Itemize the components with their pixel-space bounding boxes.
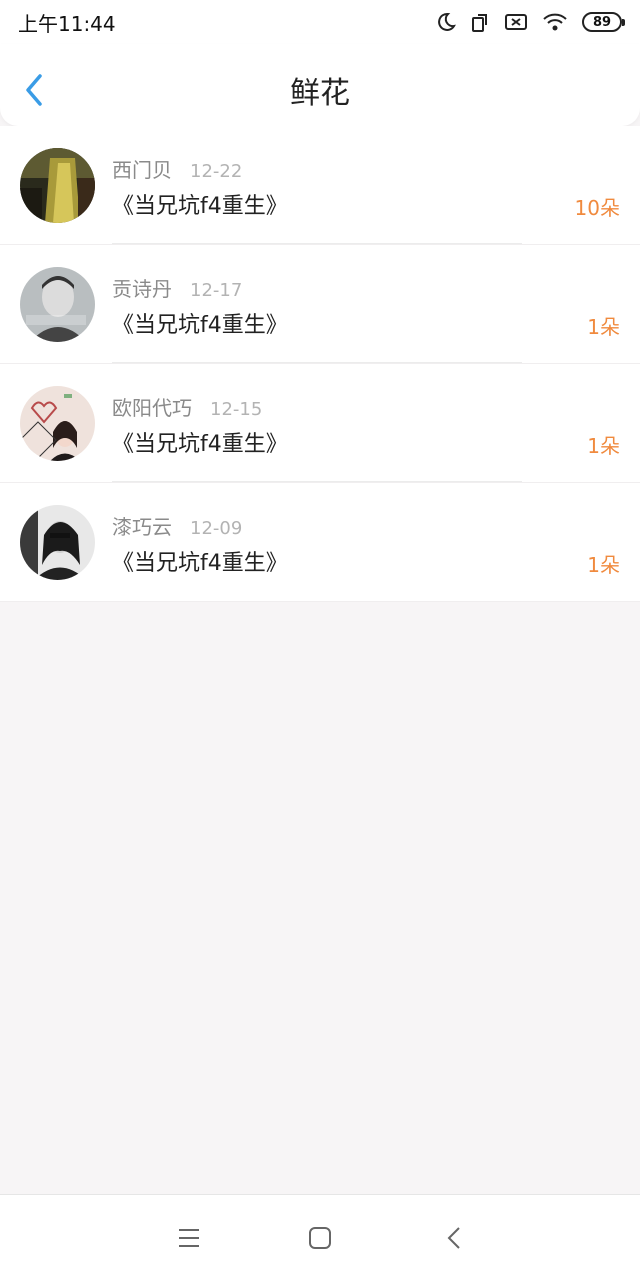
sender-name: 漆巧云 — [112, 515, 172, 539]
avatar[interactable] — [20, 267, 95, 342]
gift-date: 12-22 — [190, 161, 243, 182]
book-title[interactable]: 《当兄坑f4重生》 — [112, 545, 288, 577]
page-title: 鲜花 — [290, 76, 350, 111]
status-bar: 上午11:44 89 — [0, 0, 640, 44]
list-item[interactable]: 欧阳代巧 12-15 《当兄坑f4重生》 1朵 — [0, 364, 640, 483]
wifi-icon — [542, 12, 568, 32]
sender-line: 漆巧云 12-09 — [112, 511, 242, 540]
gift-date: 12-15 — [210, 399, 263, 420]
avatar[interactable] — [20, 148, 95, 223]
sender-name: 西门贝 — [112, 158, 172, 182]
book-title[interactable]: 《当兄坑f4重生》 — [112, 426, 288, 458]
list-item[interactable]: 西门贝 12-22 《当兄坑f4重生》 10朵 — [0, 126, 640, 245]
gift-date: 12-09 — [190, 518, 243, 539]
status-time: 上午11:44 — [18, 11, 116, 36]
sender-line: 贡诗丹 12-17 — [112, 273, 242, 302]
home-button[interactable] — [307, 1225, 333, 1251]
gift-date: 12-17 — [190, 280, 243, 301]
menu-button[interactable] — [176, 1225, 202, 1251]
sender-name: 贡诗丹 — [112, 277, 172, 301]
divider — [112, 481, 522, 482]
screen: 上午11:44 89 鲜花 西门贝 12-22 《当兄坑f4重生》 10朵 贡诗… — [0, 0, 640, 1280]
status-icons: 89 — [434, 11, 625, 33]
avatar[interactable] — [20, 505, 95, 580]
list-item[interactable]: 漆巧云 12-09 《当兄坑f4重生》 1朵 — [0, 483, 640, 602]
sender-line: 欧阳代巧 12-15 — [112, 392, 262, 421]
flower-count: 1朵 — [587, 434, 620, 458]
menu-icon — [179, 1229, 199, 1247]
gift-list: 西门贝 12-22 《当兄坑f4重生》 10朵 贡诗丹 12-17 《当兄坑f4… — [0, 126, 640, 602]
home-icon — [309, 1227, 331, 1249]
flower-count: 10朵 — [574, 196, 620, 220]
system-nav — [0, 1194, 640, 1280]
screen-rotate-icon — [470, 11, 490, 33]
avatar[interactable] — [20, 386, 95, 461]
system-back-button[interactable] — [442, 1225, 468, 1251]
sim-blocked-icon — [504, 12, 528, 32]
divider — [112, 362, 522, 363]
sender-line: 西门贝 12-22 — [112, 154, 242, 183]
list-item[interactable]: 贡诗丹 12-17 《当兄坑f4重生》 1朵 — [0, 245, 640, 364]
nav-header: 鲜花 — [0, 44, 640, 126]
book-title[interactable]: 《当兄坑f4重生》 — [112, 188, 288, 220]
divider — [112, 243, 522, 244]
moon-icon — [434, 11, 456, 33]
book-title[interactable]: 《当兄坑f4重生》 — [112, 307, 288, 339]
flower-count: 1朵 — [587, 553, 620, 577]
flower-count: 1朵 — [587, 315, 620, 339]
sender-name: 欧阳代巧 — [112, 396, 192, 420]
back-icon — [447, 1227, 460, 1249]
battery-icon: 89 — [582, 12, 625, 32]
